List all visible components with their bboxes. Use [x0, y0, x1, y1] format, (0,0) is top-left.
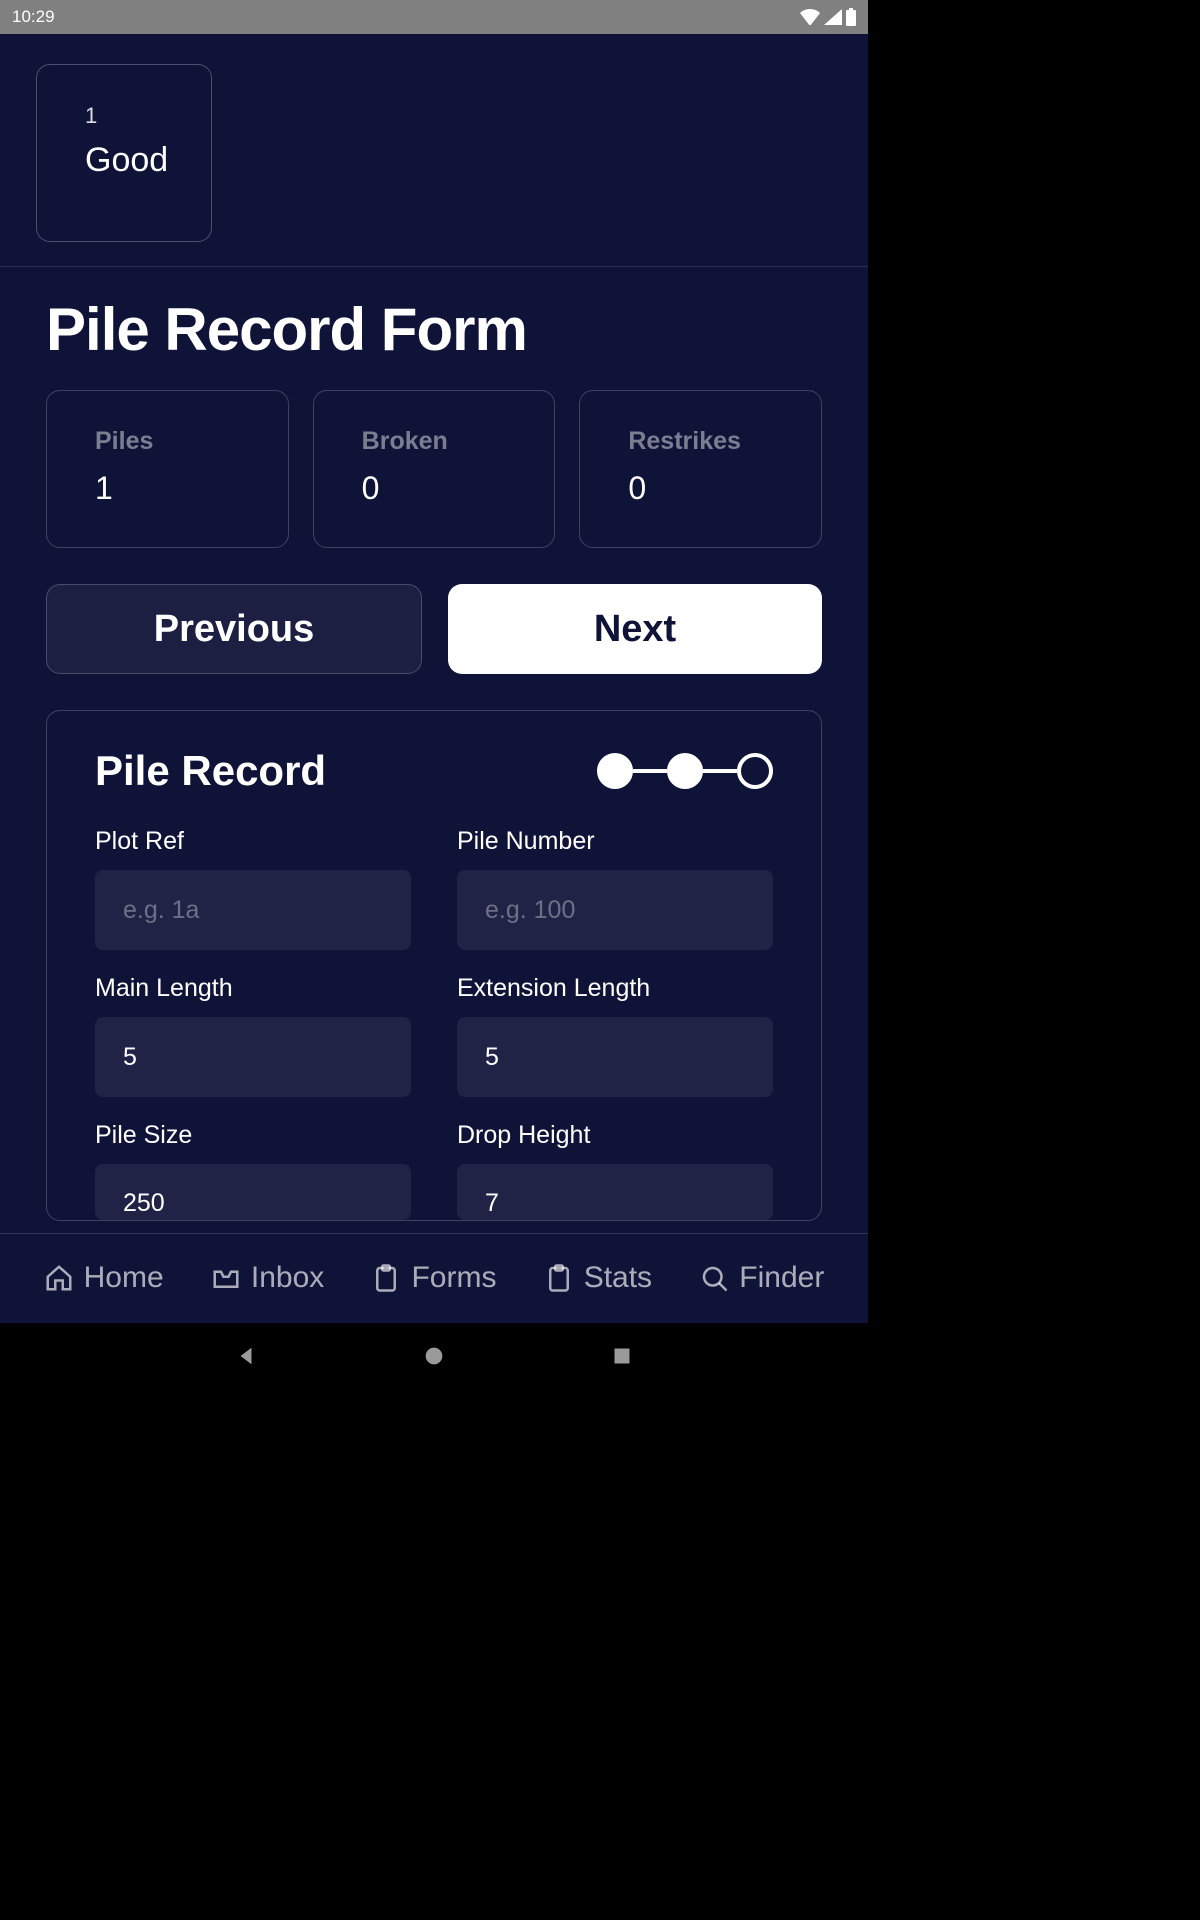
stat-card-piles: Piles 1 [46, 390, 289, 548]
nav-forms-label: Forms [411, 1261, 496, 1295]
nav-finder-label: Finder [739, 1261, 824, 1295]
field-drop-height: Drop Height [457, 1121, 773, 1220]
chip-number: 1 [85, 103, 211, 129]
status-icons [800, 8, 856, 26]
nav-home[interactable]: Home [44, 1261, 164, 1295]
stat-card-restrikes: Restrikes 0 [579, 390, 822, 548]
step-dot-3 [737, 753, 773, 789]
field-pile-size: Pile Size [95, 1121, 411, 1220]
next-button-label: Next [594, 608, 676, 651]
stat-card-broken: Broken 0 [313, 390, 556, 548]
extension-length-input[interactable] [457, 1017, 773, 1097]
nav-home-label: Home [84, 1261, 164, 1295]
wifi-icon [800, 9, 820, 25]
status-chip-area: 1 Good [0, 34, 868, 267]
step-dot-1 [597, 753, 633, 789]
bottom-nav: Home Inbox Forms Stats Finder [0, 1233, 868, 1323]
recents-key[interactable] [608, 1342, 636, 1370]
field-label: Pile Number [457, 827, 773, 856]
field-main-length: Main Length [95, 974, 411, 1097]
step-connector [633, 769, 667, 773]
fields-row-3: Pile Size Drop Height [95, 1121, 773, 1220]
step-connector [703, 769, 737, 773]
status-time: 10:29 [12, 7, 55, 27]
page-title: Pile Record Form [46, 295, 822, 364]
nav-finder[interactable]: Finder [699, 1261, 824, 1295]
search-icon [699, 1263, 729, 1293]
main-content: Pile Record Form Piles 1 Broken 0 Restri… [0, 267, 868, 1233]
field-pile-number: Pile Number [457, 827, 773, 950]
home-key[interactable] [420, 1342, 448, 1370]
fields-row-1: Plot Ref Pile Number [95, 827, 773, 950]
previous-button-label: Previous [154, 608, 315, 651]
nav-inbox[interactable]: Inbox [211, 1261, 324, 1295]
record-title: Pile Record [95, 747, 326, 795]
home-icon [44, 1263, 74, 1293]
pile-size-input[interactable] [95, 1164, 411, 1220]
step-dot-2 [667, 753, 703, 789]
drop-height-input[interactable] [457, 1164, 773, 1220]
stat-value: 0 [628, 470, 821, 507]
pile-record-card: Pile Record Plot Ref Pile Number [46, 710, 822, 1221]
clipboard-icon [371, 1263, 401, 1293]
back-key[interactable] [232, 1342, 260, 1370]
cell-signal-icon [824, 9, 842, 25]
android-soft-keys [0, 1323, 868, 1389]
next-button[interactable]: Next [448, 584, 822, 674]
battery-icon [846, 8, 856, 26]
main-length-input[interactable] [95, 1017, 411, 1097]
nav-inbox-label: Inbox [251, 1261, 324, 1295]
field-label: Pile Size [95, 1121, 411, 1150]
stat-value: 1 [95, 470, 288, 507]
field-plot-ref: Plot Ref [95, 827, 411, 950]
pile-number-input[interactable] [457, 870, 773, 950]
nav-forms[interactable]: Forms [371, 1261, 496, 1295]
stat-value: 0 [362, 470, 555, 507]
chip-status-label: Good [85, 141, 211, 180]
progress-stepper [597, 753, 773, 789]
stat-label: Restrikes [628, 427, 821, 456]
field-label: Main Length [95, 974, 411, 1003]
status-chip-good[interactable]: 1 Good [36, 64, 212, 242]
field-label: Plot Ref [95, 827, 411, 856]
nav-stats-label: Stats [584, 1261, 652, 1295]
record-header: Pile Record [95, 747, 773, 795]
clipboard-icon [544, 1263, 574, 1293]
fields-row-2: Main Length Extension Length [95, 974, 773, 1097]
plot-ref-input[interactable] [95, 870, 411, 950]
inbox-icon [211, 1263, 241, 1293]
nav-button-row: Previous Next [46, 584, 822, 674]
previous-button[interactable]: Previous [46, 584, 422, 674]
stats-row: Piles 1 Broken 0 Restrikes 0 [46, 390, 822, 548]
nav-stats[interactable]: Stats [544, 1261, 652, 1295]
field-label: Extension Length [457, 974, 773, 1003]
app-body: 1 Good Pile Record Form Piles 1 Broken 0… [0, 34, 868, 1323]
android-status-bar: 10:29 [0, 0, 868, 34]
stat-label: Piles [95, 427, 288, 456]
stat-label: Broken [362, 427, 555, 456]
field-label: Drop Height [457, 1121, 773, 1150]
field-extension-length: Extension Length [457, 974, 773, 1097]
